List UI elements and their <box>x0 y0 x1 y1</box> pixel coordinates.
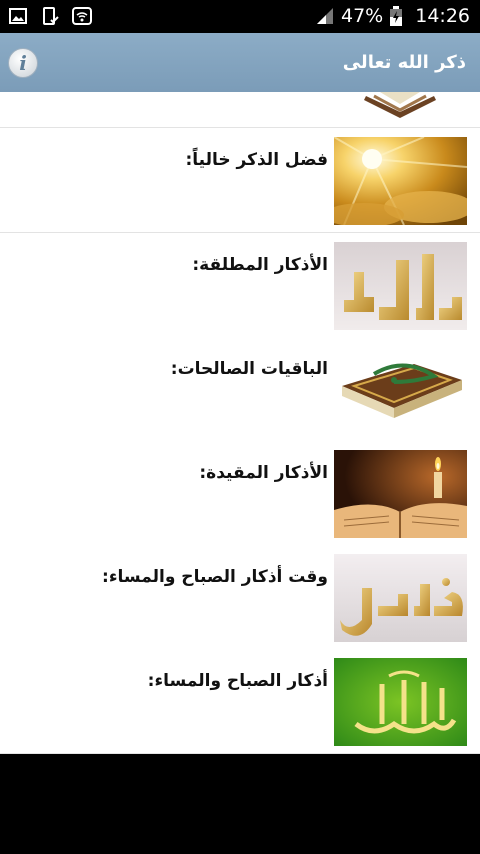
quran-stand-thumbnail <box>334 92 467 125</box>
battery-percent: 47% <box>341 5 384 27</box>
topic-list[interactable]: فضل الذكر خالياً: الأذكار المطلقة: الباق… <box>0 92 480 754</box>
sunlit-clouds-thumbnail <box>334 137 467 225</box>
golden-allah-letters-thumbnail <box>334 242 467 330</box>
gallery-icon <box>8 6 28 26</box>
list-item[interactable]: فضل الذكر خالياً: <box>0 128 480 233</box>
list-item[interactable]: وقت أذكار الصباح والمساء: <box>0 545 480 650</box>
golden-razzaq-letters-thumbnail <box>334 554 467 642</box>
battery-icon <box>389 6 409 26</box>
item-label: وقت أذكار الصباح والمساء: <box>102 567 328 587</box>
phone-check-icon <box>40 6 60 26</box>
list-item[interactable]: الأذكار المقيدة: <box>0 441 480 546</box>
list-item[interactable]: الباقيات الصالحات: <box>0 337 480 442</box>
allah-calligraphy-green-thumbnail <box>334 658 467 746</box>
item-label: الأذكار المطلقة: <box>192 255 328 275</box>
candle-and-book-thumbnail <box>334 450 467 538</box>
item-label: الباقيات الصالحات: <box>170 359 328 379</box>
info-icon[interactable]: i <box>8 47 38 78</box>
app-title: ذكر الله تعالى <box>342 52 466 73</box>
item-label: فضل الذكر خالياً: <box>185 150 328 170</box>
info-glyph: i <box>19 50 27 75</box>
item-label: أذكار الصباح والمساء: <box>147 671 328 691</box>
bottom-bar <box>0 788 480 854</box>
quran-with-rosary-thumbnail <box>334 346 467 434</box>
clock: 14:26 <box>415 5 470 27</box>
wifi-calling-icon <box>72 6 92 26</box>
app-bar: i ذكر الله تعالى <box>0 33 480 92</box>
list-item-partial[interactable] <box>0 92 480 128</box>
status-bar: 47% 14:26 <box>0 0 480 33</box>
list-item[interactable]: أذكار الصباح والمساء: <box>0 649 480 754</box>
list-item[interactable]: الأذكار المطلقة: <box>0 233 480 338</box>
signal-icon <box>315 6 335 26</box>
item-label: الأذكار المقيدة: <box>199 463 328 483</box>
